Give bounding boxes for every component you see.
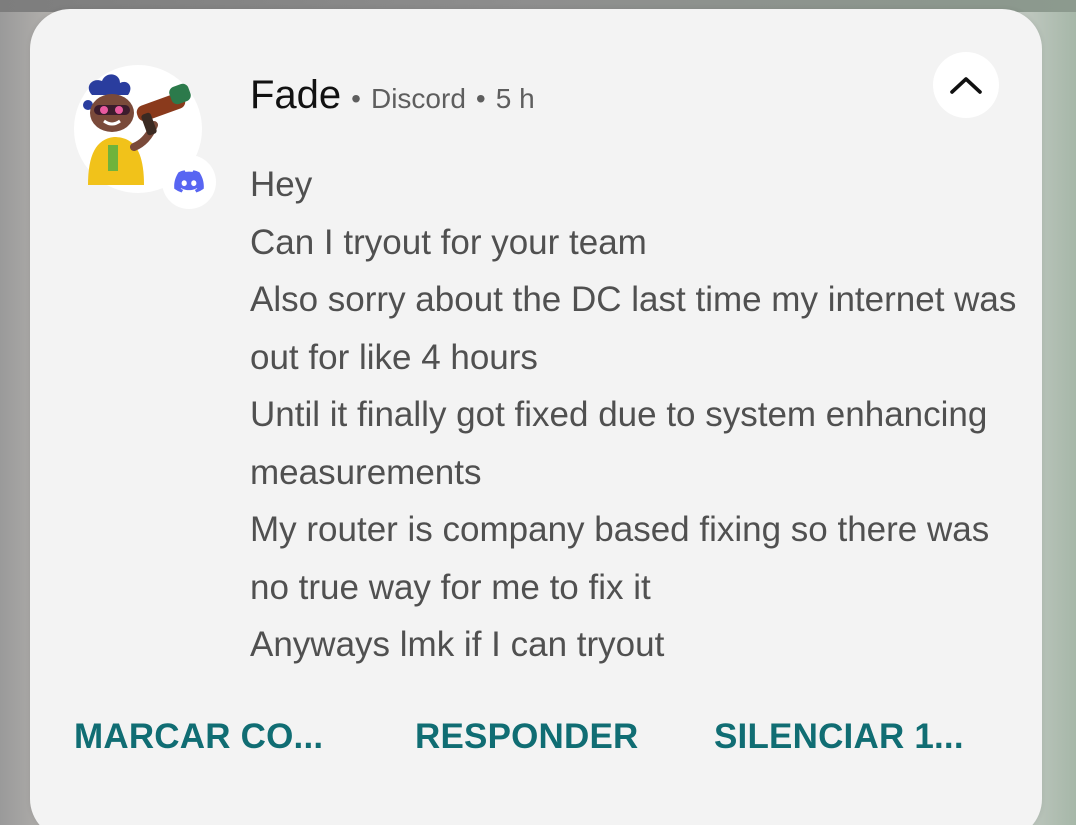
message-text: Also sorry about the DC last time my int… <box>250 280 1017 377</box>
app-badge <box>162 155 216 209</box>
app-name: Discord <box>370 83 466 114</box>
message-text: Can I tryout for your team <box>250 222 647 262</box>
collapse-button[interactable] <box>933 52 999 118</box>
message-text: Anyways lmk if I can tryout <box>250 625 665 664</box>
separator-dot: • <box>351 83 361 114</box>
notification-actions: MARCAR CO... RESPONDER SILENCIAR 1... <box>74 717 1024 767</box>
mark-as-read-button[interactable]: MARCAR CO... <box>74 717 323 757</box>
mute-button[interactable]: SILENCIAR 1... <box>714 717 964 757</box>
notification-header: Fade • Discord • 5 h <box>250 73 535 118</box>
reply-button[interactable]: RESPONDER <box>415 717 639 757</box>
message-text: My router is company based fixing so the… <box>250 510 990 607</box>
message-text: Hey <box>250 165 313 204</box>
chevron-up-icon <box>950 77 982 94</box>
sender-name: Fade <box>250 73 342 117</box>
notification-card[interactable]: Fade • Discord • 5 h Hey Can I tryout fo… <box>30 9 1042 825</box>
separator-dot: • <box>475 83 486 114</box>
timestamp: 5 h <box>495 83 535 114</box>
discord-icon <box>174 170 204 193</box>
message-list: Hey Can I tryout for your team Also sorr… <box>250 156 1020 674</box>
message-text: Until it finally got fixed due to system… <box>250 395 988 492</box>
